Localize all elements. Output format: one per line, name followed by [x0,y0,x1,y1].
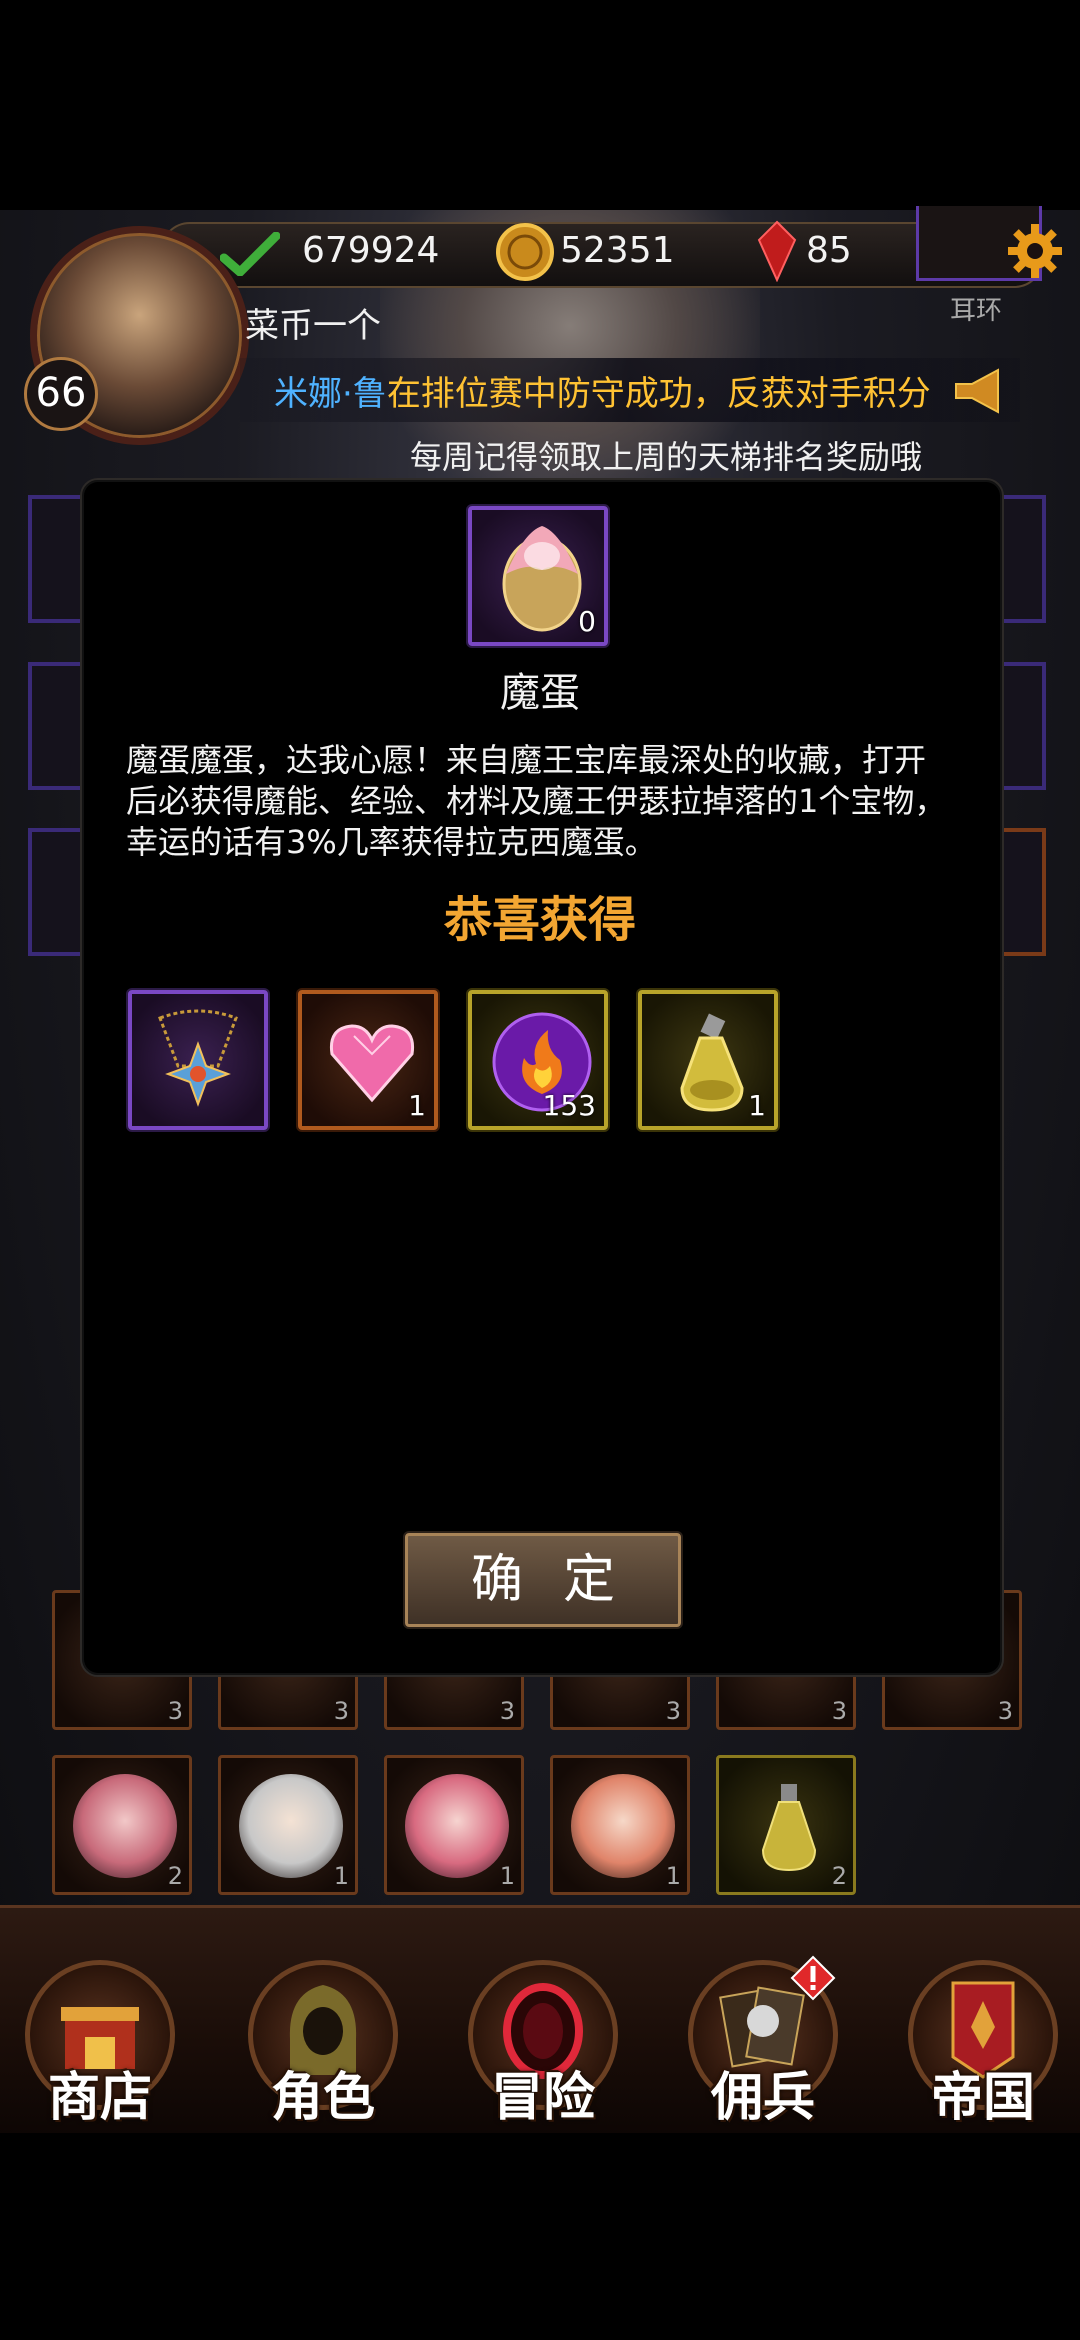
confirm-button[interactable]: 确定 [405,1533,681,1627]
character-portrait [405,1774,509,1878]
item-count: 0 [578,605,596,638]
reward-slot[interactable]: 153 [468,990,608,1130]
congrats-title: 恭喜获得 [443,892,636,948]
scrolling-ticker: 每周记得领取上周的天梯排名奖励哦 [410,438,923,476]
notice-message: 在排位赛中防守成功，反获对手积分 [386,374,931,414]
stamina-check-icon [220,232,280,276]
nav-mercenary-label: 佣兵 [710,2067,815,2128]
notice-player-name: 米娜·鲁 [274,374,387,414]
heart-gem-icon [329,1024,415,1103]
item-description: 魔蛋魔蛋，达我心愿！来自魔王宝库最深处的收藏，打开后必获得魔能、经验、材料及魔王… [126,741,947,861]
earring-label: 耳环 [950,296,1003,326]
red-gem-icon [757,220,797,282]
inventory-slot[interactable]: 2 [52,1755,192,1895]
gems-value: 85 [806,230,852,271]
gold-coin-icon [496,223,554,281]
reward-slot[interactable]: 1 [298,990,438,1130]
character-portrait [571,1774,675,1878]
reward-count: 153 [542,1089,596,1122]
inventory-slot[interactable]: 1 [384,1755,524,1895]
reward-count: 1 [748,1089,766,1122]
confirm-button-label: 确定 [470,1550,655,1610]
potion-flask-icon [761,1784,817,1872]
notice-text: 米娜·鲁在排位赛中防守成功，反获对手积分 [274,366,931,415]
player-level-badge: 66 [24,357,98,431]
player-name: 菜币一个 [245,306,381,346]
gold-value: 52351 [560,230,675,271]
magic-egg-slot: 0 [468,506,608,646]
nav-shop-label: 商店 [47,2067,152,2128]
magic-egg-icon [502,526,582,632]
nav-character-label: 角色 [270,2067,375,2128]
reward-count: 1 [408,1089,426,1122]
inventory-slot[interactable]: 2 [716,1755,856,1895]
potion-flask-icon [680,1013,744,1112]
nav-adventure-label: 冒险 [490,2067,595,2128]
reward-slot[interactable]: 1 [638,990,778,1130]
inventory-slot[interactable]: 1 [550,1755,690,1895]
character-portrait [239,1774,343,1878]
inventory-slot[interactable]: 1 [218,1755,358,1895]
gear-icon[interactable] [1006,222,1064,280]
necklace-icon [158,1009,238,1107]
megaphone-icon[interactable] [950,366,1010,416]
reward-slot[interactable] [128,990,268,1130]
item-name: 魔蛋 [500,670,580,716]
stamina-value: 679924 [302,230,440,271]
nav-empire-label: 帝国 [930,2067,1035,2128]
exclamation-icon [790,1955,836,2001]
character-portrait [73,1774,177,1878]
